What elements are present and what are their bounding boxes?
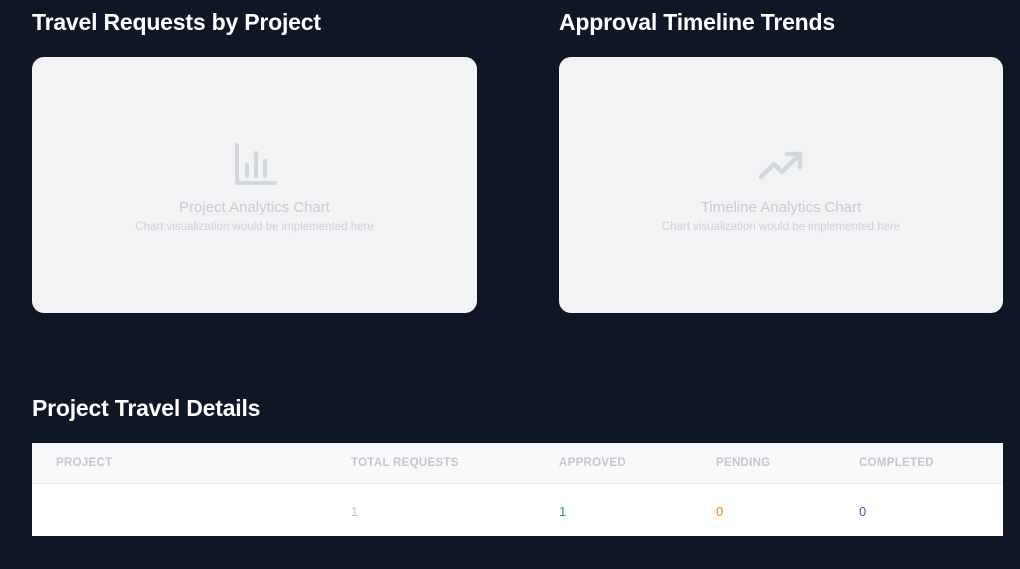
column-header-total-requests[interactable]: TOTAL REQUESTS — [351, 457, 459, 469]
table-row[interactable]: 1 1 0 0 — [32, 484, 1003, 536]
cell-pending: 0 — [716, 504, 724, 519]
cell-completed: 0 — [859, 504, 867, 519]
project-chart-card: Project Analytics Chart Chart visualizat… — [32, 57, 477, 313]
details-section-title: Project Travel Details — [32, 395, 261, 421]
project-details-table: PROJECT TOTAL REQUESTS APPROVED PENDING … — [32, 443, 1003, 536]
timeline-section-title: Approval Timeline Trends — [559, 9, 835, 35]
timeline-chart-subtitle: Chart visualization would be implemented… — [661, 221, 901, 233]
column-header-completed[interactable]: COMPLETED — [859, 457, 934, 469]
project-chart-subtitle: Chart visualization would be implemented… — [135, 221, 374, 233]
column-header-pending[interactable]: PENDING — [716, 457, 771, 469]
column-header-approved[interactable]: APPROVED — [559, 457, 626, 469]
projects-section-title: Travel Requests by Project — [32, 9, 321, 35]
trending-up-icon — [759, 151, 803, 180]
timeline-chart-card: Timeline Analytics Chart Chart visualiza… — [559, 57, 1003, 313]
cell-total-requests: 1 — [351, 504, 359, 519]
column-header-project[interactable]: PROJECT — [56, 457, 112, 469]
timeline-chart-title: Timeline Analytics Chart — [700, 199, 862, 216]
bar-chart-icon — [234, 143, 277, 185]
project-chart-title: Project Analytics Chart — [179, 199, 330, 216]
cell-approved: 1 — [559, 504, 567, 519]
table-header-row: PROJECT TOTAL REQUESTS APPROVED PENDING … — [32, 443, 1003, 484]
